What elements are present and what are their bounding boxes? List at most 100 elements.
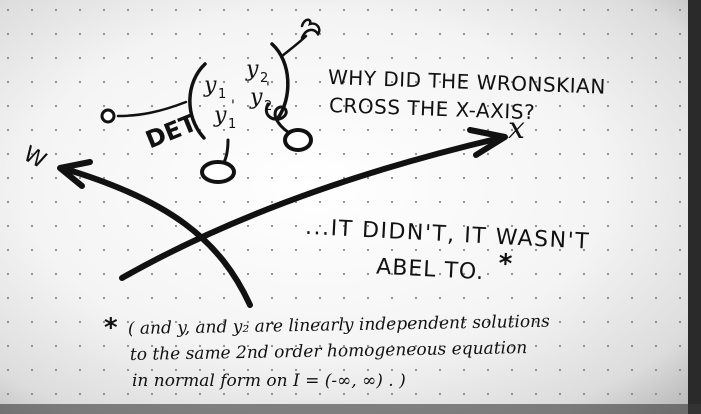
grid-dot [102,296,106,300]
grid-dot [558,392,562,396]
grid-dot [198,32,202,36]
grid-dot [174,32,178,36]
grid-dot [630,8,634,12]
matrix-r2c1-prime: ' [231,98,235,114]
grid-dot [534,272,538,276]
grid-dot [678,392,682,396]
grid-dot [174,392,178,396]
grid-dot [558,200,562,204]
grid-dot [78,368,82,372]
grid-dot [30,248,34,252]
grid-dot [510,392,514,396]
matrix-r1c2: y [245,57,259,82]
grid-dot [534,56,538,60]
grid-dot [270,152,274,156]
grid-dot [342,392,346,396]
grid-dot [126,8,130,12]
grid-dot [606,176,610,180]
grid-dot [630,80,634,84]
grid-dot [678,320,682,324]
grid-dot [30,104,34,108]
grid-dot [294,392,298,396]
grid-dot [6,296,10,300]
grid-dot [294,224,298,228]
grid-dot [654,56,658,60]
grid-dot [54,176,58,180]
grid-dot [294,272,298,276]
grid-dot [150,224,154,228]
grid-dot [246,176,250,180]
grid-dot [462,8,466,12]
grid-dot [534,368,538,372]
grid-dot [678,80,682,84]
grid-dot [462,152,466,156]
page-edge-bottom [0,404,701,414]
grid-dot [630,392,634,396]
grid-dot [390,56,394,60]
grid-dot [558,176,562,180]
grid-dot [390,200,394,204]
grid-dot [486,56,490,60]
grid-dot [606,32,610,36]
grid-dot [654,320,658,324]
grid-dot [582,368,586,372]
grid-dot [534,8,538,12]
grid-dot [30,176,34,180]
grid-dot [294,176,298,180]
grid-dot [30,200,34,204]
grid-dot [6,152,10,156]
grid-dot [174,152,178,156]
grid-dot [78,176,82,180]
grid-dot [150,56,154,60]
grid-dot [534,200,538,204]
grid-dot [246,248,250,252]
grid-dot [414,248,418,252]
footnote-asterisk: * [104,313,118,343]
grid-dot [342,152,346,156]
grid-dot [510,296,514,300]
grid-dot [390,128,394,132]
grid-dot [678,200,682,204]
grid-dot [582,152,586,156]
grid-dot [78,224,82,228]
grid-dot [54,320,58,324]
grid-dot [6,8,10,12]
grid-dot [78,200,82,204]
grid-dot [486,8,490,12]
grid-dot [486,152,490,156]
grid-dot [246,32,250,36]
grid-dot [102,56,106,60]
grid-dot [174,272,178,276]
page-edge [688,0,701,414]
grid-dot [582,8,586,12]
grid-dot [462,128,466,132]
grid-dot [654,80,658,84]
grid-dot [102,344,106,348]
grid-dot [102,8,106,12]
grid-dot [198,200,202,204]
grid-dot [414,176,418,180]
grid-dot [462,56,466,60]
grid-dot [438,56,442,60]
grid-dot [246,104,250,108]
matrix-r2c2-prime: ' [266,80,270,96]
grid-dot [102,200,106,204]
grid-dot [414,152,418,156]
grid-dot [102,104,106,108]
grid-dot [366,296,370,300]
grid-dot [510,368,514,372]
grid-dot [294,56,298,60]
grid-dot [318,104,322,108]
grid-dot [582,200,586,204]
grid-dot [486,368,490,372]
grid-dot [198,80,202,84]
grid-dot [6,320,10,324]
grid-dot [654,224,658,228]
grid-dot [78,8,82,12]
grid-dot [6,368,10,372]
grid-dot [366,152,370,156]
grid-dot [30,368,34,372]
grid-dot [222,128,226,132]
grid-dot [582,176,586,180]
grid-dot [270,8,274,12]
